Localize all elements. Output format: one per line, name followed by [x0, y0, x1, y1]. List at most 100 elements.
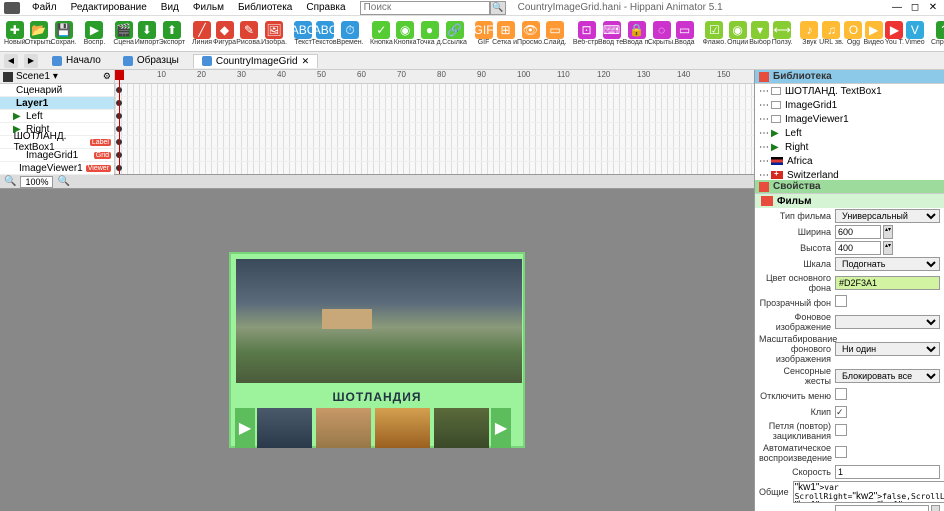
menu-Редактирование[interactable]: Редактирование — [65, 1, 153, 14]
zoom-out-button[interactable]: 🔍 — [4, 176, 16, 187]
thumbnail[interactable] — [257, 408, 312, 448]
prop-select[interactable]: Ни один — [835, 342, 940, 356]
properties-header[interactable]: Свойства — [755, 180, 944, 194]
track-row[interactable] — [115, 110, 754, 123]
stage[interactable]: ШОТЛАНДИЯ ▶ ▶ — [229, 252, 525, 448]
tool-Vimeo[interactable]: VVimeo — [905, 21, 925, 46]
next-button[interactable]: ▶ — [491, 408, 511, 448]
tool-Воспр.[interactable]: ▶Воспр. — [84, 21, 106, 46]
thumbnail[interactable] — [434, 408, 489, 448]
stepper[interactable]: ▴▾ — [883, 225, 893, 239]
maximize-button[interactable]: ◻ — [908, 2, 922, 14]
tool-Флажо.[interactable]: ☑Флажо. — [703, 21, 727, 46]
tool-Текстов.[interactable]: ABCТекстов. — [313, 21, 337, 46]
library-item[interactable]: ⋯ШОТЛАНД. TextBox1 — [755, 84, 944, 98]
code-input[interactable]: "kw1">var ScrollRight="kw2">false,Scroll… — [793, 481, 944, 503]
tool-Текст[interactable]: ABCТекст — [294, 21, 312, 46]
prop-checkbox[interactable] — [835, 406, 847, 418]
track-row[interactable] — [115, 97, 754, 110]
library-item[interactable]: ⋯Africa — [755, 154, 944, 168]
tool-URL зв.[interactable]: ♫URL зв. — [819, 21, 843, 46]
timeline-ruler[interactable]: 0102030405060708090100110120130140150 — [115, 70, 754, 84]
tool-Кнопка[interactable]: ◉Кнопка — [394, 21, 417, 46]
minimize-button[interactable]: — — [890, 2, 904, 14]
track-row[interactable] — [115, 136, 754, 149]
tool-Линия[interactable]: ╱Линия — [192, 21, 212, 46]
playhead[interactable] — [119, 70, 120, 174]
stepper[interactable]: ▴▾ — [883, 241, 893, 255]
track-row[interactable] — [115, 149, 754, 162]
library-item[interactable]: ⋯▶Left — [755, 126, 944, 140]
tool-Экспорт[interactable]: ⬆Экспорт — [160, 21, 184, 46]
gear-icon[interactable]: ⚙ — [103, 71, 111, 82]
prop-checkbox[interactable] — [835, 295, 847, 307]
search-button[interactable]: 🔍 — [490, 1, 506, 15]
tool-Видео[interactable]: ▶Видео — [863, 21, 883, 46]
tool-Опции[interactable]: ◉Опции — [727, 21, 748, 46]
prop-select[interactable] — [835, 315, 940, 329]
menu-Фильм[interactable]: Фильм — [187, 1, 230, 14]
library-item[interactable]: ⋯ImageGrid1 — [755, 98, 944, 112]
tool-Просмо.[interactable]: 👁Просмо. — [519, 21, 543, 46]
prop-select[interactable]: Универсальный — [835, 209, 940, 223]
nav-forward-button[interactable]: ▶ — [24, 54, 38, 68]
edit-button[interactable] — [931, 505, 940, 511]
library-item[interactable]: ⋯Switzerland — [755, 168, 944, 180]
tool-Сохран.[interactable]: 💾Сохран. — [52, 21, 76, 46]
menu-Файл[interactable]: Файл — [26, 1, 63, 14]
prop-checkbox[interactable] — [835, 388, 847, 400]
main-image[interactable] — [236, 259, 522, 383]
menu-Библиотека[interactable]: Библиотека — [232, 1, 298, 14]
tool-GIF[interactable]: GIFGIF — [475, 21, 493, 46]
chevron-down-icon[interactable]: ▾ — [53, 71, 58, 82]
tool-Фигура[interactable]: ◆Фигура — [213, 21, 236, 46]
color-input[interactable]: #D2F3A1 — [835, 276, 940, 290]
library-item[interactable]: ⋯ImageViewer1 — [755, 112, 944, 126]
nav-back-button[interactable]: ◀ — [4, 54, 18, 68]
tab-Образцы[interactable]: Образцы — [115, 54, 187, 67]
tool-Звук[interactable]: ♪Звук — [800, 21, 818, 46]
close-tab-icon[interactable]: ✕ — [302, 56, 310, 67]
tool-Изобра.[interactable]: 🖼Изобра. — [262, 21, 286, 46]
prop-input[interactable] — [835, 241, 881, 255]
tab-CountryImageGrid[interactable]: CountryImageGrid✕ — [193, 54, 318, 68]
tool-Ввода[interactable]: ▭Ввода — [675, 21, 695, 46]
prop-input[interactable] — [835, 465, 940, 479]
track-row[interactable] — [115, 84, 754, 97]
tool-Ввода п.[interactable]: 🔒Ввода п. — [625, 21, 649, 46]
tool-Ползу.[interactable]: ⟷Ползу. — [772, 21, 793, 46]
prop-checkbox[interactable] — [835, 424, 847, 436]
zoom-level[interactable]: 100% — [20, 176, 53, 188]
layer-row[interactable]: ▶Left — [0, 110, 114, 123]
tool-Рисова.[interactable]: ✎Рисова. — [237, 21, 261, 46]
menu-Справка[interactable]: Справка — [300, 1, 351, 14]
tool-Кнопка[interactable]: ✓Кнопка — [370, 21, 393, 46]
track-row[interactable] — [115, 123, 754, 136]
thumbnail[interactable] — [316, 408, 371, 448]
prop-input[interactable] — [835, 225, 881, 239]
tool-Импорт[interactable]: ⬇Импорт — [135, 21, 159, 46]
tool-Выбор[interactable]: ▾Выбор — [749, 21, 771, 46]
library-header[interactable]: Библиотека — [755, 70, 944, 84]
track-row[interactable] — [115, 162, 754, 174]
tool-You T.[interactable]: ▶You T. — [885, 21, 904, 46]
timeline-tracks[interactable]: 0102030405060708090100110120130140150 — [115, 70, 754, 174]
tool-Сцена[interactable]: 🎬Сцена — [113, 21, 134, 46]
tool-Ссылка[interactable]: 🔗Ссылка — [443, 21, 467, 46]
layer-row[interactable]: Layer1 — [0, 97, 114, 110]
tool-Точка д.[interactable]: ●Точка д. — [418, 21, 442, 46]
tool-Новый[interactable]: ✚Новый — [4, 21, 26, 46]
prev-button[interactable]: ▶ — [235, 408, 255, 448]
tool-Времен.[interactable]: ⏱Времен. — [338, 21, 362, 46]
tool-Ввод те.[interactable]: ⌨Ввод те. — [600, 21, 624, 46]
close-button[interactable]: ✕ — [926, 2, 940, 14]
search-input[interactable] — [360, 1, 490, 15]
tool-Ogg[interactable]: OOgg — [844, 21, 862, 46]
scene-header[interactable]: Scene1 ▾ ⚙ — [0, 70, 114, 84]
prop-checkbox[interactable] — [835, 446, 847, 458]
layer-row[interactable]: ШОТЛАНД. TextBox1Label — [0, 136, 114, 149]
tool-Открыть[interactable]: 📂Открыть — [27, 21, 51, 46]
canvas-area[interactable]: ШОТЛАНДИЯ ▶ ▶ — [0, 189, 754, 511]
zoom-in-button[interactable]: 🔍 — [57, 176, 69, 187]
tool-Сетка и.[interactable]: ⊞Сетка и. — [494, 21, 518, 46]
